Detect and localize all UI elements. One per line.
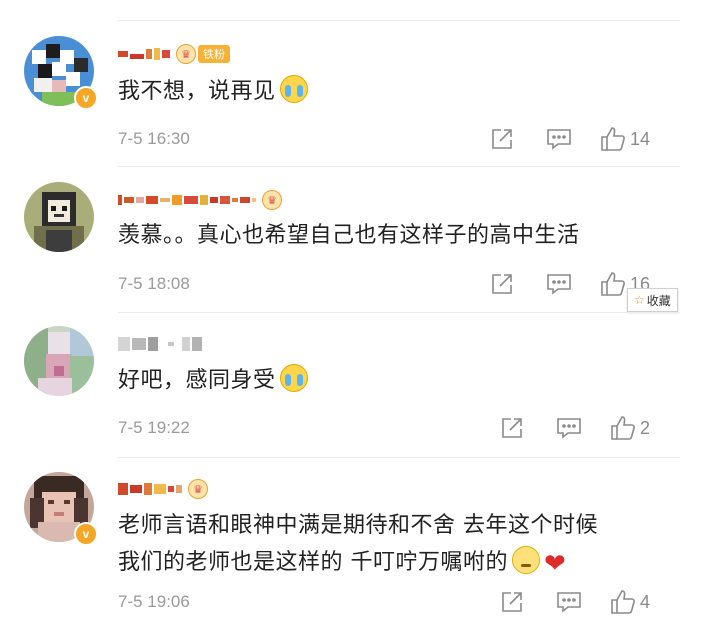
avatar[interactable]	[24, 326, 94, 396]
like-count: 4	[640, 591, 651, 612]
crying-face-icon	[279, 364, 308, 392]
thumbs-up-icon	[601, 127, 625, 151]
share-button[interactable]	[490, 127, 514, 151]
like-button[interactable]: 14	[600, 126, 650, 152]
comment-text-content: 我不想，说再见	[118, 79, 276, 104]
comment-text-content: 我们的老师也是这样的 千叮咛万嘱咐的	[118, 550, 508, 575]
username-row[interactable]: ♛	[118, 477, 208, 501]
comment-icon	[557, 592, 581, 613]
username-row[interactable]: ♛ 铁粉	[118, 42, 230, 66]
like-button[interactable]: 2	[610, 415, 650, 441]
top-divider	[118, 20, 680, 21]
comment-actions: 14	[490, 125, 650, 153]
comment-text: 我不想，说再见	[118, 75, 678, 108]
comment-time: 7-5 19:06	[118, 592, 190, 611]
share-icon	[502, 592, 522, 612]
thumbs-up-icon	[601, 272, 625, 296]
comment-time: 7-5 16:30	[118, 129, 190, 148]
comment-time: 7-5 19:22	[118, 418, 190, 437]
share-button[interactable]	[500, 416, 524, 440]
verified-badge-icon: v	[74, 86, 98, 110]
thumbs-up-icon	[611, 590, 635, 614]
comment-time: 7-5 18:08	[118, 274, 190, 293]
crown-icon: ♛	[188, 479, 208, 499]
star-icon: ☆	[634, 293, 645, 307]
favorite-tooltip[interactable]: ☆ 收藏	[627, 288, 678, 312]
blurred-username[interactable]	[118, 48, 172, 60]
comment-actions: 2	[500, 414, 650, 442]
comment-icon	[547, 274, 571, 295]
reply-button[interactable]	[546, 272, 572, 296]
reply-button[interactable]	[556, 590, 582, 614]
blurred-username[interactable]	[118, 483, 184, 495]
username-row[interactable]	[118, 332, 204, 356]
share-icon	[492, 129, 512, 149]
avatar[interactable]	[24, 182, 94, 252]
comment-text: 好吧，感同身受	[118, 364, 678, 397]
verified-badge-icon: v	[74, 522, 98, 546]
like-button[interactable]: 4	[610, 589, 650, 615]
comment-divider	[118, 166, 680, 167]
comment-divider	[118, 312, 680, 313]
share-icon	[502, 418, 522, 438]
reply-button[interactable]	[556, 416, 582, 440]
reply-button[interactable]	[546, 127, 572, 151]
crown-icon: ♛	[176, 44, 196, 64]
crown-icon: ♛	[262, 190, 282, 210]
comment-icon	[547, 129, 571, 150]
comment-divider	[118, 457, 680, 458]
blurred-username[interactable]	[118, 195, 258, 205]
fan-badge: 铁粉	[198, 45, 230, 63]
red-heart-icon: ❤	[544, 549, 567, 579]
comment-text-content: 好吧，感同身受	[118, 368, 276, 393]
comment-icon	[557, 418, 581, 439]
share-button[interactable]	[490, 272, 514, 296]
comment-text-line: 我们的老师也是这样的 千叮咛万嘱咐的 ❤	[118, 546, 678, 579]
comment-text: 老师言语和眼神中满是期待和不舍 去年这个时候 我们的老师也是这样的 千叮咛万嘱咐…	[118, 510, 678, 579]
blurred-username[interactable]	[118, 337, 204, 351]
like-count: 2	[640, 417, 651, 438]
comment-text-line: 老师言语和眼神中满是期待和不舍 去年这个时候	[118, 513, 598, 538]
thumbs-up-icon	[611, 416, 635, 440]
share-icon	[492, 274, 512, 294]
like-count: 14	[630, 128, 651, 149]
pouting-face-icon	[512, 546, 540, 574]
comment-actions: 4	[500, 588, 650, 616]
favorite-label: 收藏	[646, 293, 671, 308]
crying-face-icon	[279, 75, 308, 103]
share-button[interactable]	[500, 590, 524, 614]
comment-text: 羡慕。。真心也希望自己也有这样子的高中生活	[118, 223, 580, 248]
username-row[interactable]: ♛	[118, 188, 282, 212]
